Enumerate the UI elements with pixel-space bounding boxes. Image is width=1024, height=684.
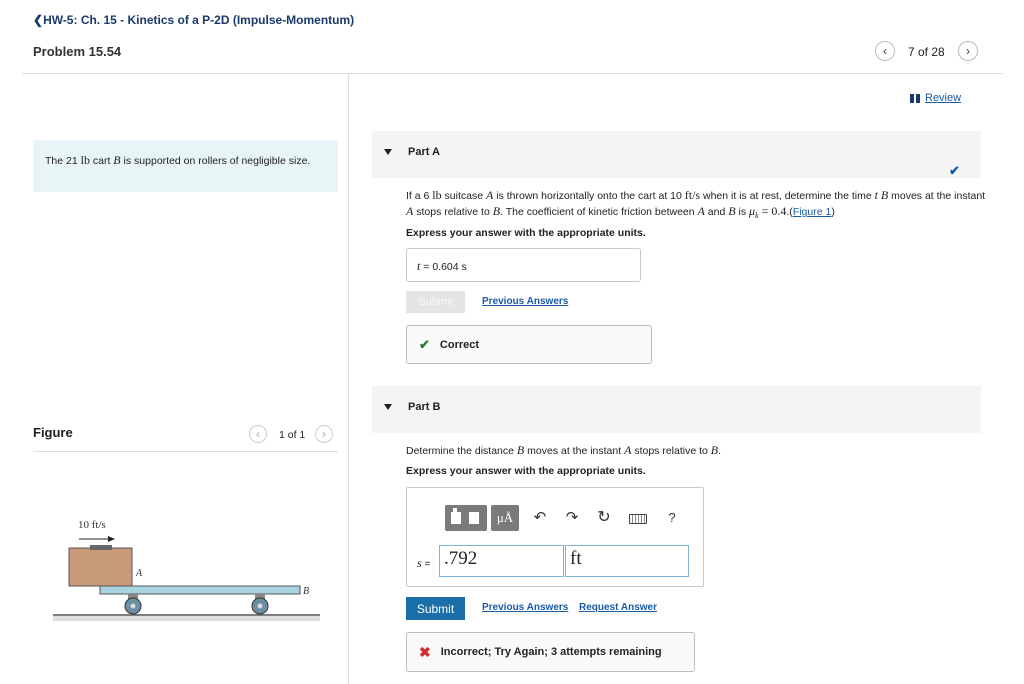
part-a-submit-button[interactable]: Submit <box>406 291 465 313</box>
speed-label: 10 ft/s <box>78 519 106 531</box>
part-b-result: ✖ Incorrect; Try Again; 3 attempts remai… <box>406 632 695 672</box>
figure-divider <box>33 451 338 452</box>
part-a-previous-answers-link[interactable]: Previous Answers <box>482 296 568 307</box>
next-problem-button[interactable]: › <box>958 41 978 61</box>
unit-input[interactable]: ft <box>565 545 689 577</box>
part-a-header[interactable]: Part A ✔ <box>372 131 981 178</box>
value-input[interactable]: .792 <box>439 545 564 577</box>
part-a-result-text: Correct <box>439 338 480 351</box>
problem-title: Problem 15.54 <box>33 44 122 59</box>
keyboard-icon[interactable] <box>628 505 648 531</box>
back-chevron-icon[interactable]: ❮ <box>33 13 43 27</box>
part-a-answer-display: t = 0.604 s <box>406 248 641 282</box>
cart-b <box>99 585 301 595</box>
chevron-right-icon: › <box>966 44 970 58</box>
part-a-instruction: Express your answer with the appropriate… <box>406 227 646 239</box>
figure-prev-button[interactable]: ‹ <box>249 425 267 443</box>
review-link[interactable]: Review <box>910 92 961 104</box>
redo-icon[interactable]: ↷ <box>563 505 581 531</box>
chevron-left-icon: ‹ <box>883 44 887 58</box>
problem-counter: 7 of 28 <box>908 45 945 59</box>
figure-heading: Figure <box>33 425 73 440</box>
templates-icon[interactable] <box>445 505 487 531</box>
intro-text-3: is supported on rollers of negligible si… <box>120 155 311 167</box>
undo-icon[interactable]: ↶ <box>531 505 549 531</box>
label-a: A <box>135 568 143 579</box>
checkmark-icon: ✔ <box>949 163 960 178</box>
prev-problem-button[interactable]: ‹ <box>875 41 895 61</box>
pane-divider <box>348 74 349 684</box>
intro-unit: lb <box>80 153 90 167</box>
header-divider <box>22 73 1003 74</box>
figure-next-button[interactable]: › <box>315 425 333 443</box>
caret-down-icon[interactable] <box>384 149 392 155</box>
answer-editor: μÅ ↶ ↷ ↻ ? s = .792 ft <box>406 487 704 587</box>
answer-value: 0.604 s <box>432 261 467 273</box>
assignment-title-link[interactable]: ❮HW-5: Ch. 15 - Kinetics of a P-2D (Impu… <box>33 13 354 27</box>
intro-var-b: B <box>113 153 121 167</box>
caret-down-icon[interactable] <box>384 404 392 410</box>
part-b-question: Determine the distance B moves at the in… <box>406 443 722 457</box>
suitcase-a <box>68 547 133 587</box>
intro-text: The 21 <box>45 155 81 167</box>
reset-icon[interactable]: ↻ <box>595 505 613 531</box>
x-icon: ✖ <box>419 643 431 660</box>
review-label: Review <box>925 92 962 104</box>
part-a-result: ✔ Correct <box>406 325 652 364</box>
label-b: B <box>303 586 309 597</box>
chevron-right-icon: › <box>322 427 326 441</box>
intro-text-2: cart <box>89 155 114 167</box>
figure-1-link[interactable]: Figure 1 <box>793 206 832 218</box>
figure-counter: 1 of 1 <box>279 429 306 441</box>
answer-var-label: s = <box>417 556 431 570</box>
part-b-result-text: Incorrect; Try Again; 3 attempts remaini… <box>440 646 662 658</box>
part-b-previous-answers-link[interactable]: Previous Answers <box>482 602 568 613</box>
answer-eq: = <box>420 261 433 273</box>
part-b-header[interactable]: Part B <box>372 386 981 433</box>
help-button[interactable]: ? <box>664 505 680 531</box>
checkmark-icon: ✔ <box>419 336 430 352</box>
cart-figure[interactable]: 10 ft/s A B <box>45 510 335 630</box>
part-a-question: If a 6 lb suitcase A is thrown horizonta… <box>406 188 986 221</box>
chevron-left-icon: ‹ <box>256 427 260 441</box>
part-b-submit-button[interactable]: Submit <box>406 597 465 620</box>
part-b-instruction: Express your answer with the appropriate… <box>406 465 646 477</box>
part-a-title: Part A <box>408 146 440 158</box>
part-b-title: Part B <box>408 401 441 413</box>
request-answer-link[interactable]: Request Answer <box>579 602 657 613</box>
units-button[interactable]: μÅ <box>491 505 519 531</box>
problem-intro: The 21 lb cart B is supported on rollers… <box>33 140 338 192</box>
review-icon <box>910 93 921 103</box>
